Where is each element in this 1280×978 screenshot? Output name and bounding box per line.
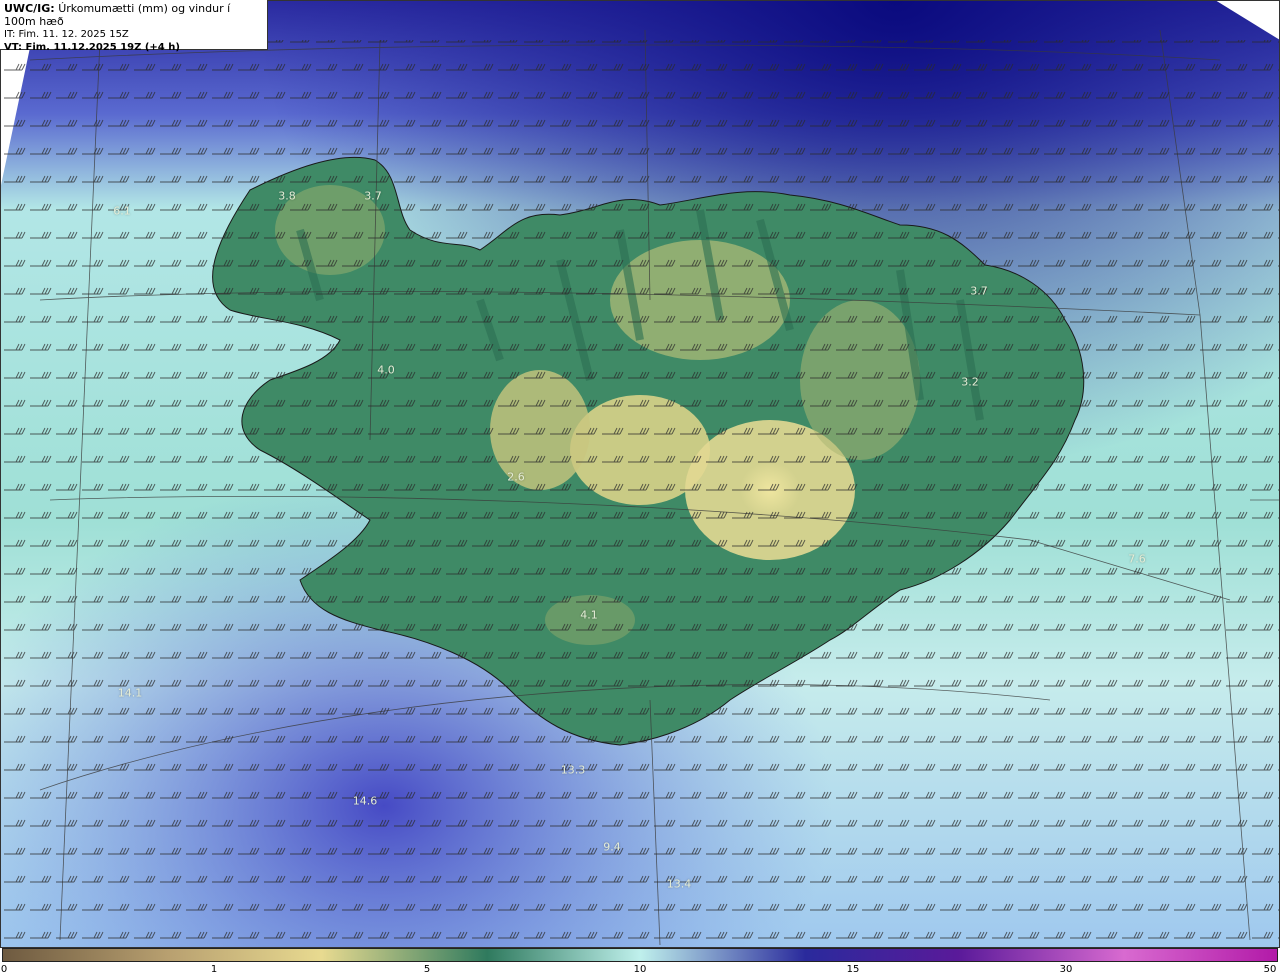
value-label: 6.1 [113,204,131,218]
scale-tick: 30 [1059,964,1073,975]
value-label: 3.7 [364,189,382,203]
scale-tick: 10 [633,964,647,975]
value-label: 7.6 [1128,552,1146,566]
wind-barbs [0,40,1280,945]
map-header: UWC/IG: Úrkomumætti (mm) og vindur í 100… [0,0,268,53]
scale-tick: 0 [0,964,8,975]
color-scale: 0 1 5 10 15 30 50 [0,948,1280,978]
value-label: 9.4 [603,840,621,854]
init-time: IT: Fim. 11. 12. 2025 15Z [4,29,129,40]
valid-time: VT: Fim. 11.12.2025 19Z (+4 h) [4,42,180,53]
value-label: 3.7 [970,284,988,298]
value-label: 13.3 [560,763,586,777]
scale-tick: 50 [1263,964,1277,975]
value-label: 14.1 [117,686,143,700]
value-label: 3.2 [961,375,979,389]
value-label: 4.0 [377,363,395,377]
precipitation-map [0,0,1280,948]
scale-tick: 15 [846,964,860,975]
scale-tick: 5 [423,964,431,975]
value-label: 14.6 [352,794,378,808]
value-label: 4.1 [580,608,598,622]
scale-tick: 1 [210,964,218,975]
value-label: 2.6 [507,470,525,484]
value-label: 3.8 [278,189,296,203]
model-label: UWC/IG: [4,2,55,15]
color-scale-bar [2,948,1278,962]
value-label: 13.4 [666,877,692,891]
